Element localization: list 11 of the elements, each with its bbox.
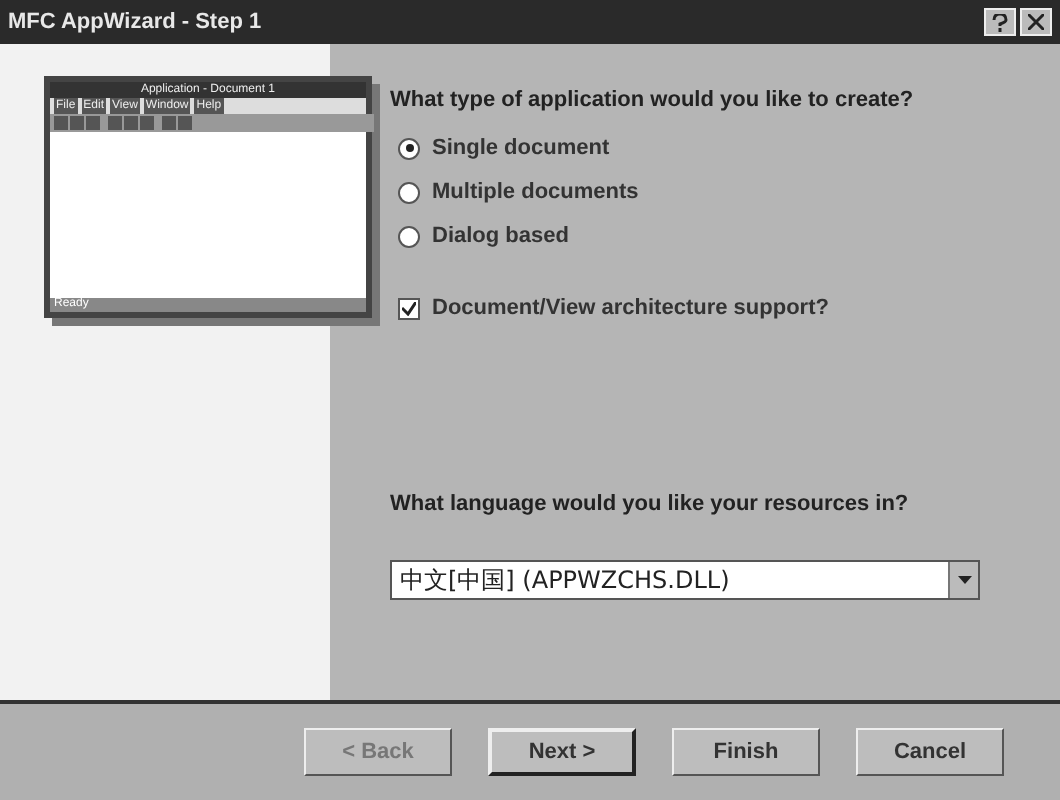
dialog-button[interactable]: Finish	[672, 728, 820, 776]
radio-option[interactable]: Dialog based	[398, 224, 1060, 248]
language-dropdown[interactable]: 中文[中国] (APPWZCHS.DLL)	[390, 560, 980, 600]
checkbox-option[interactable]: Document/View architecture support?	[398, 296, 1060, 320]
radio-option[interactable]: Multiple documents	[398, 180, 1060, 204]
language-question: What language would you like your resources in?	[390, 492, 911, 516]
dialog-button[interactable]: Next >	[488, 728, 636, 776]
radio-option[interactable]: Single document	[398, 136, 1060, 160]
dialog-button[interactable]: Cancel	[856, 728, 1004, 776]
question-text: What type of application would you like to create?	[390, 88, 916, 112]
window-title: MFC AppWizard - Step 1	[8, 10, 262, 34]
